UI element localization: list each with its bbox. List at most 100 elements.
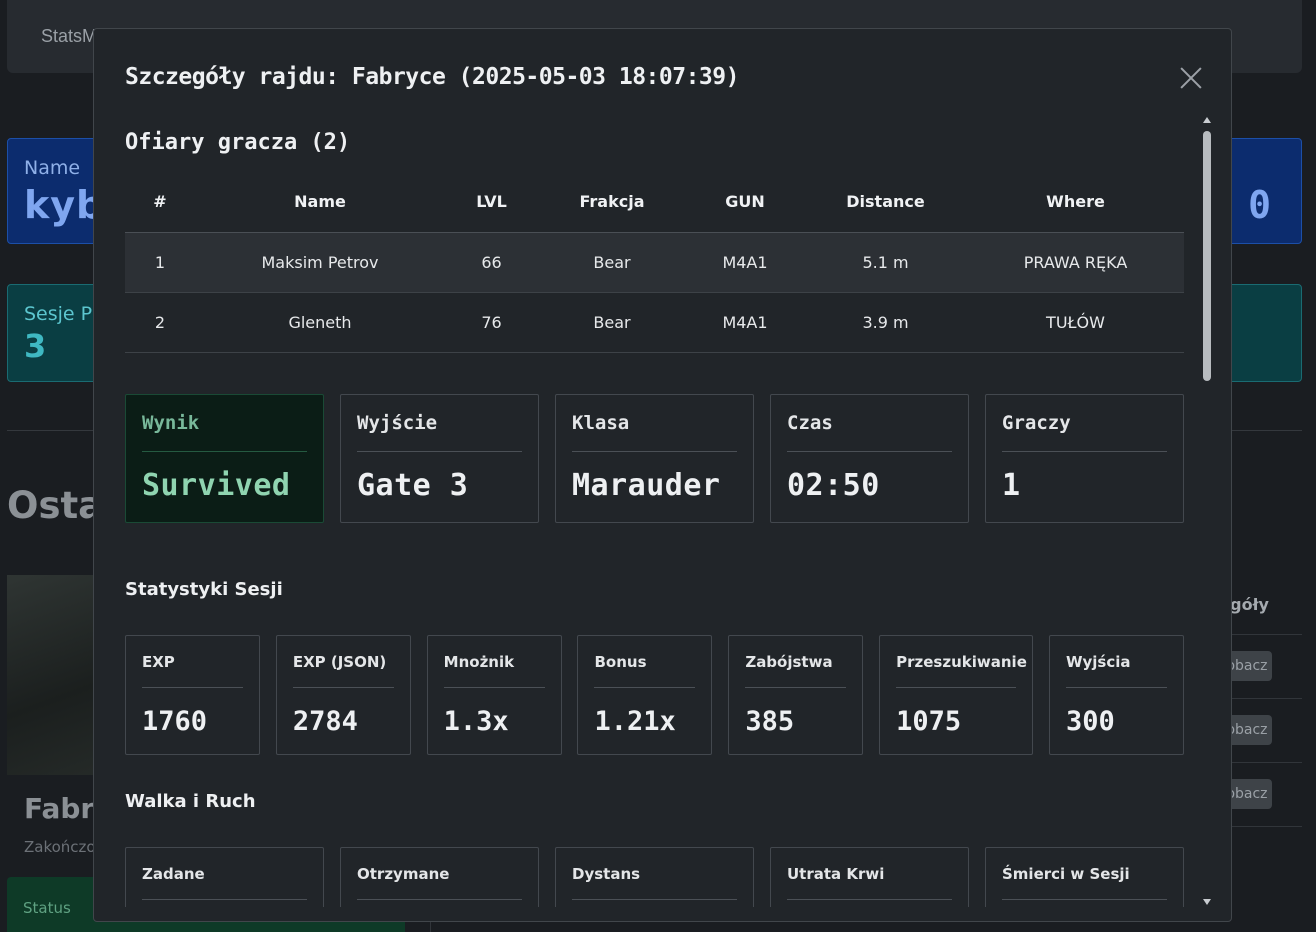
card-divider — [1002, 451, 1167, 452]
exp-card: EXP 1760 — [125, 635, 260, 755]
table-row: 1 Maksim Petrov 66 Bear M4A1 5.1 m PRAWA… — [125, 232, 1184, 293]
blood-loss-card: Utrata Krwi — [770, 847, 969, 907]
modal-title: Szczegóły rajdu: Fabryce (2025-05-03 18:… — [125, 64, 739, 90]
card-divider — [142, 687, 243, 688]
victim-gun: M4A1 — [686, 292, 804, 353]
bonus-card: Bonus 1.21x — [577, 635, 713, 755]
stat-label: Mnożnik — [443, 653, 515, 671]
exit-card: Wyjście Gate 3 — [340, 394, 539, 523]
map-thumbnail — [7, 575, 107, 775]
column-header: Frakcja — [538, 171, 686, 233]
exit-value: Gate 3 — [357, 468, 469, 503]
card-divider — [572, 451, 737, 452]
victim-gun: M4A1 — [686, 232, 804, 293]
victim-index: 1 — [125, 232, 195, 293]
scroll-down-arrow-icon[interactable] — [1203, 899, 1211, 905]
result-card: Wynik Survived — [125, 394, 324, 523]
card-divider — [1002, 899, 1167, 900]
victims-table: # Name LVL Frakcja GUN Distance Where 1 … — [125, 171, 1184, 353]
session-stats-heading: Statystyki Sesji — [125, 579, 283, 600]
stat-label: Zabójstwa — [745, 653, 833, 671]
stat-label: Utrata Krwi — [787, 865, 885, 883]
player-stat-value: 0 — [1248, 183, 1271, 227]
session-stats: EXP 1760 EXP (JSON) 2784 Mnożnik 1.3x Bo… — [125, 635, 1184, 755]
victim-level: 66 — [445, 232, 538, 293]
multiplier-card: Mnożnik 1.3x — [426, 635, 562, 755]
stat-value: 385 — [745, 706, 795, 737]
raid-status-label: Status — [23, 899, 71, 917]
card-divider — [142, 899, 307, 900]
close-icon[interactable] — [1178, 66, 1204, 92]
players-value: 1 — [1002, 468, 1021, 503]
player-name-label: Name — [24, 157, 81, 179]
recent-raids-heading: Osta — [7, 484, 104, 527]
stat-label: Śmierci w Sesji — [1002, 865, 1130, 883]
exit-label: Wyjście — [357, 412, 438, 434]
stat-value: 2784 — [292, 706, 358, 737]
stat-value: 300 — [1065, 706, 1115, 737]
navbar-brand[interactable]: StatsM — [41, 26, 97, 47]
stat-value: 1075 — [896, 706, 962, 737]
time-value: 02:50 — [787, 468, 880, 503]
result-label: Wynik — [142, 412, 200, 434]
card-divider — [142, 451, 307, 452]
sessions-value: 3 — [24, 327, 47, 365]
combat-stats: Zadane Otrzymane Dystans Utrata Krwi Śmi… — [125, 847, 1184, 907]
stat-label: Zadane — [142, 865, 205, 883]
stat-label: Wyjścia — [1065, 653, 1131, 671]
exp-json-card: EXP (JSON) 2784 — [275, 635, 411, 755]
victims-heading: Ofiary gracza (2) — [125, 130, 351, 155]
card-divider — [787, 899, 952, 900]
raid-summary: Wynik Survived Wyjście Gate 3 Klasa Mara… — [125, 394, 1184, 523]
looting-card: Przeszukiwanie 1075 — [879, 635, 1034, 755]
players-label: Graczy — [1002, 412, 1071, 434]
column-header: Name — [195, 171, 445, 233]
class-value: Marauder — [572, 468, 721, 503]
scroll-up-arrow-icon[interactable] — [1203, 117, 1211, 123]
exits-card: Wyjścia 300 — [1048, 635, 1184, 755]
players-card: Graczy 1 — [985, 394, 1184, 523]
player-name-card: Name kyb — [7, 138, 107, 244]
damage-dealt-card: Zadane — [125, 847, 324, 907]
stat-value: 1.21x — [594, 706, 676, 737]
column-header: # — [125, 171, 195, 233]
scrollbar[interactable] — [1200, 115, 1214, 907]
card-divider — [443, 687, 545, 688]
raid-ended-text: Zakończo — [24, 838, 96, 856]
stat-label: EXP — [142, 653, 175, 671]
kills-card: Zabójstwa 385 — [728, 635, 864, 755]
victim-faction: Bear — [538, 232, 686, 293]
stat-label: EXP (JSON) — [292, 653, 387, 671]
column-header: Where — [967, 171, 1184, 233]
victim-level: 76 — [445, 292, 538, 353]
stat-label: Bonus — [594, 653, 647, 671]
column-header: LVL — [445, 171, 538, 233]
stat-label: Przeszukiwanie — [896, 653, 1027, 671]
modal-body[interactable]: Ofiary gracza (2) # Name LVL Frakcja GUN… — [94, 115, 1231, 907]
damage-taken-card: Otrzymane — [340, 847, 539, 907]
time-card: Czas 02:50 — [770, 394, 969, 523]
card-divider — [1065, 687, 1167, 688]
stat-value: 1760 — [142, 706, 208, 737]
victim-hit-location: TUŁÓW — [967, 292, 1184, 353]
victim-hit-location: PRAWA RĘKA — [967, 232, 1184, 293]
distance-card: Dystans — [555, 847, 754, 907]
scrollbar-thumb[interactable] — [1203, 131, 1211, 381]
card-divider — [787, 451, 952, 452]
card-divider — [594, 687, 696, 688]
victim-name: Gleneth — [195, 292, 445, 353]
column-header: Distance — [804, 171, 967, 233]
victim-distance: 3.9 m — [804, 292, 967, 353]
result-value: Survived — [142, 468, 291, 503]
victim-name: Maksim Petrov — [195, 232, 445, 293]
time-label: Czas — [787, 412, 833, 434]
victims-table-header: # Name LVL Frakcja GUN Distance Where — [125, 171, 1184, 233]
stat-label: Dystans — [572, 865, 641, 883]
stat-value: 1.3x — [443, 706, 509, 737]
card-divider — [357, 451, 522, 452]
victim-distance: 5.1 m — [804, 232, 967, 293]
victim-index: 2 — [125, 292, 195, 353]
table-row: 2 Gleneth 76 Bear M4A1 3.9 m TUŁÓW — [125, 292, 1184, 353]
card-divider — [357, 899, 522, 900]
class-label: Klasa — [572, 412, 630, 434]
